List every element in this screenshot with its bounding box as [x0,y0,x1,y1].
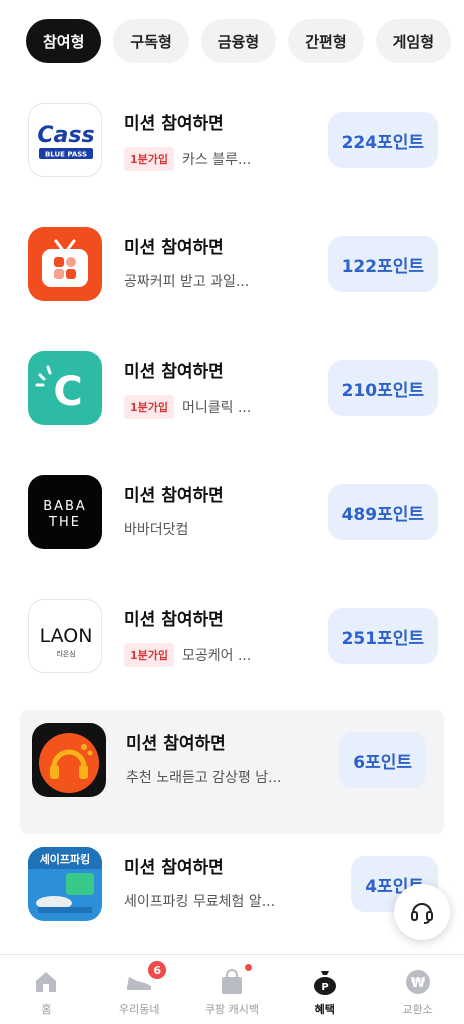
nav-label: 홈 [41,1003,52,1016]
points-button[interactable]: 210포인트 [327,360,438,416]
offer-subtitle: 1분가입 카스 블루... [124,147,251,171]
offer-title: 미션 참여하면 [124,610,224,630]
laon-logo: LAON 라온심 [28,599,102,673]
shopping-bag-icon [217,964,252,997]
cass-blue-pass-logo: Cass BLUE PASS [28,103,102,177]
offer-title: 미션 참여하면 [126,734,226,754]
tab-participation[interactable]: 참여형 [26,19,102,63]
offer-row[interactable]: 미션 참여하면 공짜커피 받고 과일... 122포인트 [0,214,464,338]
nav-label: 교환소 [402,1003,433,1016]
cass-logo-subtext: BLUE PASS [45,151,87,159]
offer-subtitle: 세이프파킹 무료체험 알... [124,891,275,911]
notification-count-badge: 6 [146,959,169,981]
offer-list: Cass BLUE PASS 미션 참여하면 1분가입 카스 블루... 224… [0,90,464,958]
signup-badge: 1분가입 [124,643,175,667]
safe-parking-logo-text: 세이프파킹 [40,852,91,866]
svg-text:P: P [321,982,328,993]
signup-badge: 1분가입 [124,395,175,419]
nav-neighborhood[interactable]: 6 우리동네 [93,955,186,1024]
tv-app-logo [28,227,102,301]
offer-subtitle: 1분가입 모공케어 ... [124,643,251,667]
offer-title: 미션 참여하면 [124,238,224,258]
tab-finance[interactable]: 금융형 [200,19,277,63]
offer-row-highlighted[interactable]: 미션 참여하면 추천 노래듣고 감상평 남... 6포인트 [20,710,444,834]
points-button[interactable]: 489포인트 [327,484,438,540]
offer-row[interactable]: LAON 라온심 미션 참여하면 1분가입 모공케어 ... 251포인트 [0,586,464,710]
sneaker-icon: 6 [124,959,169,997]
offer-row[interactable]: Cass BLUE PASS 미션 참여하면 1분가입 카스 블루... 224… [0,90,464,214]
baba-logo-text: BABA [43,499,87,514]
nav-home[interactable]: 홈 [0,955,93,1024]
offer-title: 미션 참여하면 [124,858,224,878]
svg-text:₩: ₩ [410,976,425,991]
nav-benefits[interactable]: P 혜택 [278,955,371,1024]
offer-description: 공짜커피 받고 과일... [124,274,250,290]
points-button[interactable]: 251포인트 [327,608,438,664]
points-button[interactable]: 224포인트 [327,112,438,168]
tab-game[interactable]: 게임형 [375,19,452,63]
offer-description: 머니클릭 ... [182,400,252,416]
offer-row[interactable]: C 미션 참여하면 1분가입 머니클릭 ... 210포인트 [0,338,464,462]
offer-description: 바바더닷컴 [124,522,189,538]
music-headphones-logo [32,723,106,797]
nav-label: 우리동네 [118,1003,160,1016]
nav-label: 쿠팡 캐시백 [204,1003,260,1016]
offer-subtitle: 공짜커피 받고 과일... [124,271,249,291]
headset-icon [411,903,433,924]
offer-subtitle: 추천 노래듣고 감상평 남... [126,767,282,787]
safe-parking-logo: 세이프파킹 [28,847,102,921]
offer-title: 미션 참여하면 [124,362,224,382]
won-coin-icon: ₩ [403,967,433,997]
tab-subscription[interactable]: 구독형 [113,19,189,63]
laon-logo-subtext: 라온심 [56,649,75,658]
nav-label: 혜택 [314,1003,335,1016]
points-button[interactable]: 122포인트 [327,236,438,292]
nav-coupang-cashback[interactable]: 쿠팡 캐시백 [186,955,279,1024]
offer-title: 미션 참여하면 [124,486,224,506]
offer-subtitle: 1분가입 머니클릭 ... [124,395,251,419]
baba-logo-subtext: THE [48,515,81,530]
offer-row[interactable]: BABA THE 미션 참여하면 바바더닷컴 489포인트 [0,462,464,586]
nav-exchange[interactable]: ₩ 교환소 [371,955,464,1024]
money-click-letter: C [53,369,82,415]
tab-simple[interactable]: 간편형 [288,19,364,63]
offer-description: 카스 블루... [182,152,252,168]
signup-badge: 1분가입 [124,147,175,171]
offer-title: 미션 참여하면 [124,114,224,134]
points-button[interactable]: 6포인트 [339,732,426,788]
home-icon [31,967,61,997]
money-click-logo: C [28,351,102,425]
category-tabs: 참여형 구독형 금융형 간편형 게임형 [26,19,464,63]
point-bag-icon: P [310,967,340,997]
cass-logo-text: Cass [37,123,94,148]
help-button[interactable] [394,884,450,940]
new-dot-badge [244,964,252,971]
offer-subtitle: 바바더닷컴 [124,519,188,539]
offer-description: 세이프파킹 무료체험 알... [124,894,276,910]
offer-row[interactable]: 세이프파킹 미션 참여하면 세이프파킹 무료체험 알... 4포인트 [0,834,464,958]
offer-description: 추천 노래듣고 감상평 남... [126,770,282,786]
offer-description: 모공케어 ... [182,648,252,664]
laon-logo-text: LAON [40,625,93,647]
baba-the-logo: BABA THE [28,475,102,549]
bottom-navigation: 홈 6 우리동네 쿠팡 캐시백 P 혜택 ₩ 교환소 [0,954,464,1024]
